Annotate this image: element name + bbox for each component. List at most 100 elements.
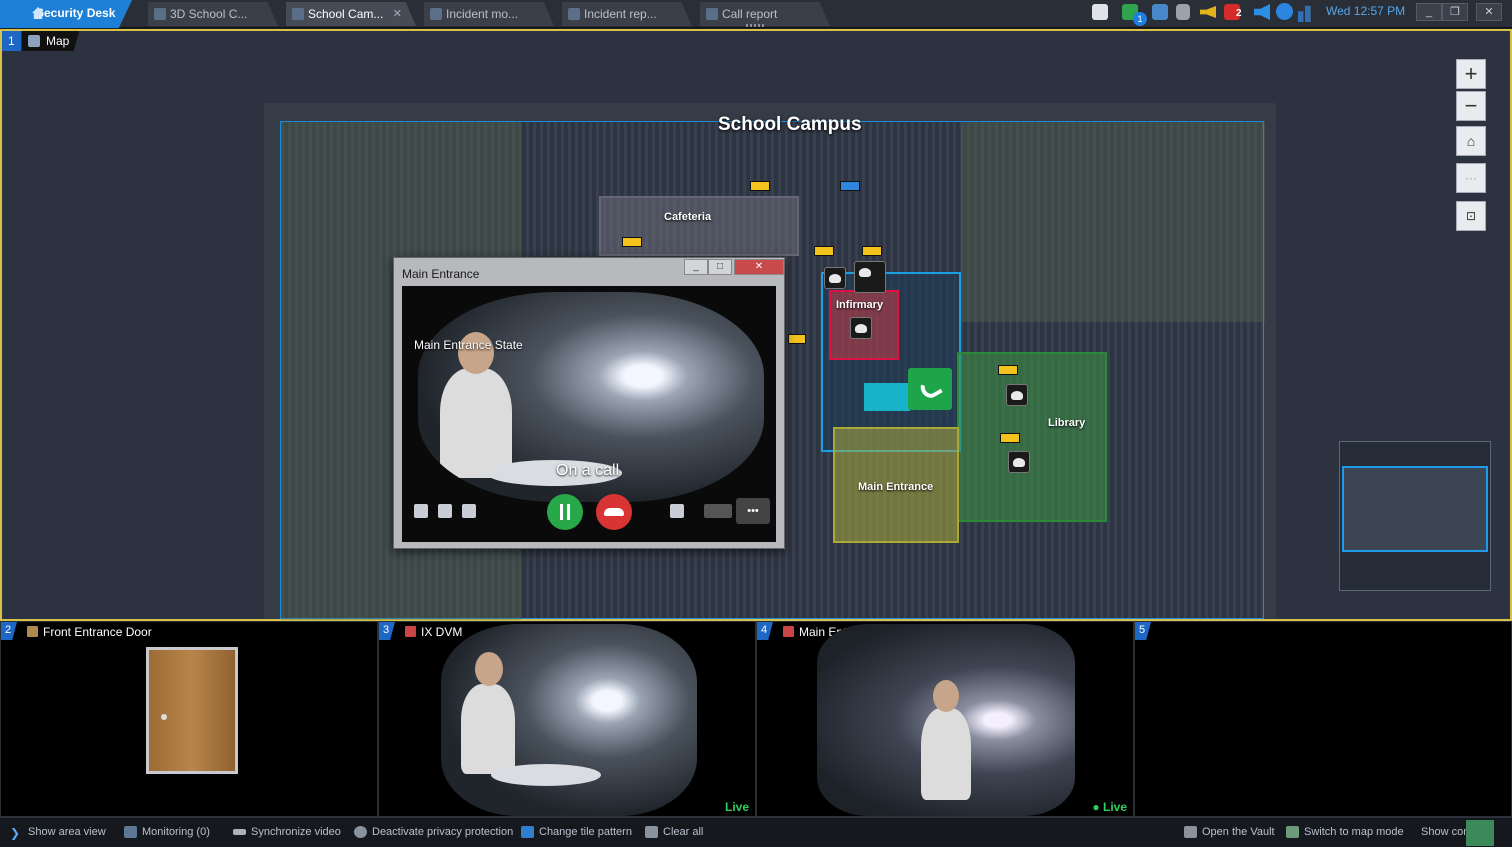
camera-snapshot-icon[interactable]: [414, 504, 428, 518]
zoom-out-button[interactable]: −: [1456, 91, 1486, 121]
megaphone-icon[interactable]: [1200, 6, 1216, 18]
zone-label-main-entrance: Main Entrance: [858, 481, 934, 493]
tile-number: 5: [1135, 622, 1151, 640]
map-layers-button[interactable]: ⊡: [1456, 201, 1486, 231]
volume-icon[interactable]: [1254, 4, 1270, 20]
hang-up-icon: [604, 508, 624, 516]
clear-icon: [645, 826, 658, 838]
close-tab-icon[interactable]: ✕: [393, 7, 402, 20]
live-indicator: Live: [724, 800, 749, 814]
report-icon: [568, 8, 580, 20]
call-count-badge: 1: [1133, 12, 1147, 26]
keyboard: [491, 764, 601, 786]
tab-label: Incident rep...: [584, 7, 657, 21]
more-call-options-button[interactable]: •••: [736, 498, 770, 524]
open-vault-button[interactable]: Open the Vault: [1184, 826, 1275, 838]
microphone-icon[interactable]: [1176, 4, 1190, 20]
chevron-right-icon: ❯: [10, 826, 21, 840]
door-image: [146, 647, 238, 774]
call-window[interactable]: Main Entrance _ □ ✕ Main Entrance State …: [393, 257, 785, 549]
tile-number: 2: [1, 622, 17, 640]
close-button[interactable]: ✕: [734, 259, 784, 275]
change-tile-pattern-button[interactable]: Change tile pattern: [521, 826, 632, 838]
hold-call-button[interactable]: [547, 494, 583, 530]
globe-icon[interactable]: [1276, 3, 1293, 20]
shield-icon[interactable]: [1092, 4, 1108, 20]
tile-front-entrance-door[interactable]: 2 Front Entrance Door: [0, 621, 378, 817]
tile-main-entrance[interactable]: 4 Main Entrance ● Live: [756, 621, 1134, 817]
camera-icon[interactable]: [850, 317, 872, 339]
tab-school-campus[interactable]: School Cam... ✕: [286, 2, 416, 26]
person-figure: [921, 708, 971, 800]
tab-label: 3D School C...: [170, 7, 248, 21]
person-figure: [440, 368, 512, 478]
speaker-marker[interactable]: [998, 365, 1018, 375]
camera-feed: [817, 624, 1075, 816]
grid-icon: [521, 826, 534, 838]
tile-title-text: Front Entrance Door: [43, 625, 152, 639]
switch-map-mode-button[interactable]: Switch to map mode: [1286, 826, 1404, 838]
report-icon: [706, 8, 718, 20]
monitoring-button[interactable]: Monitoring (0): [124, 826, 210, 838]
library-zone[interactable]: [957, 352, 1107, 522]
minimap-viewport[interactable]: [1342, 466, 1488, 552]
tab-security-desk[interactable]: Security Desk: [0, 0, 132, 28]
speaker-marker[interactable]: [622, 237, 642, 247]
speaker-marker[interactable]: [862, 246, 882, 256]
close-window-button[interactable]: ✕: [1476, 3, 1502, 21]
show-area-view-button[interactable]: ❯ Show area view: [10, 826, 106, 840]
tab-incident-report[interactable]: Incident rep...: [562, 2, 692, 26]
mute-icon[interactable]: [438, 504, 452, 518]
phone-marker[interactable]: [788, 334, 806, 344]
minimap[interactable]: [1339, 441, 1491, 591]
camera-icon[interactable]: [1006, 384, 1028, 406]
restore-window-button[interactable]: ❐: [1442, 3, 1468, 21]
maximize-button[interactable]: □: [708, 259, 732, 275]
tab-label: Security Desk: [36, 6, 116, 20]
drag-handle[interactable]: [746, 24, 764, 27]
call-video[interactable]: Main Entrance State On a call •••: [402, 286, 776, 542]
camera-icon[interactable]: [1008, 451, 1030, 473]
zone-label-library: Library: [1048, 417, 1086, 429]
privacy-protection-button[interactable]: Deactivate privacy protection: [354, 826, 513, 838]
minimize-window-button[interactable]: _: [1416, 3, 1442, 21]
end-call-button[interactable]: [596, 494, 632, 530]
link-icon: [233, 829, 246, 835]
tile-empty[interactable]: 5: [1134, 621, 1512, 817]
speaker-marker[interactable]: [814, 246, 834, 256]
tile-title-text: IX DVM: [421, 625, 463, 639]
minimize-button[interactable]: _: [684, 259, 708, 275]
unlock-door-icon[interactable]: [670, 504, 684, 518]
tile-ix-dvm[interactable]: 3 IX DVM Live: [378, 621, 756, 817]
map-icon: [292, 8, 304, 20]
tab-call-report[interactable]: Call report: [700, 2, 830, 26]
eye-icon: [354, 826, 367, 838]
video-toggle-icon[interactable]: [704, 504, 732, 518]
speaker-marker[interactable]: [1000, 433, 1020, 443]
tab-label: School Cam...: [308, 7, 384, 21]
campus-title: School Campus: [718, 114, 862, 135]
camera-icon[interactable]: [854, 261, 886, 293]
tab-incident-monitoring[interactable]: Incident mo...: [424, 2, 554, 26]
active-call-phone-icon[interactable]: [908, 368, 952, 410]
health-chart-icon[interactable]: [1298, 5, 1311, 22]
tab-3d-school[interactable]: 3D School C...: [148, 2, 278, 26]
home-view-button[interactable]: ⌂: [1456, 126, 1486, 156]
cafeteria-building[interactable]: [599, 196, 799, 256]
speaker-marker[interactable]: [750, 181, 770, 191]
monitoring-icon: [124, 826, 137, 838]
camera-icon[interactable]: [824, 267, 846, 289]
call-status: On a call: [556, 462, 620, 479]
elevator-marker[interactable]: [864, 383, 910, 411]
dialpad-icon[interactable]: [462, 504, 476, 518]
clear-all-button[interactable]: Clear all: [645, 826, 703, 838]
emergency-station-marker[interactable]: [840, 181, 860, 191]
synchronize-video-button[interactable]: Synchronize video: [233, 826, 341, 838]
zoom-in-button[interactable]: +: [1456, 59, 1486, 89]
phone-handset-glyph: [917, 374, 943, 402]
tile-number: 4: [757, 622, 773, 640]
more-options-button[interactable]: ···: [1456, 163, 1486, 193]
button-label: Deactivate privacy protection: [372, 826, 514, 838]
monitor-icon[interactable]: [1152, 4, 1168, 20]
controls-panel-icon[interactable]: [1466, 820, 1494, 846]
